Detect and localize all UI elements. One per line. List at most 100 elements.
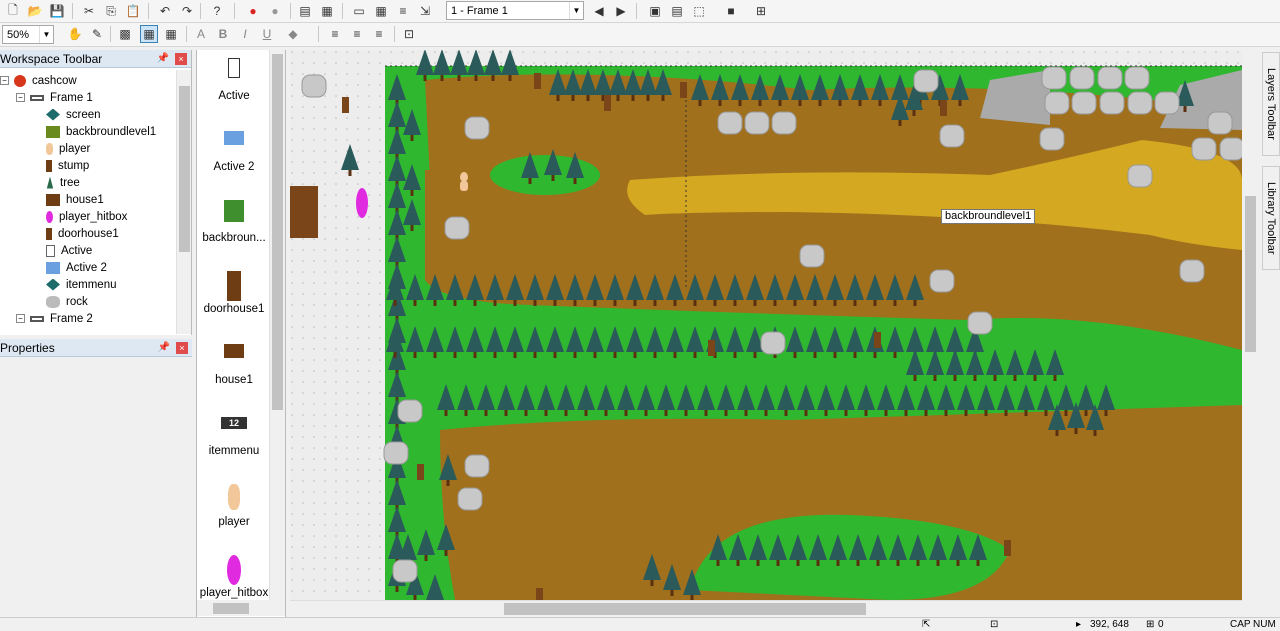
save-icon[interactable]: 💾 [48,2,66,20]
fill-color-icon[interactable]: ◆ [284,25,302,43]
underline-button[interactable]: U [258,25,276,43]
align-right-icon[interactable]: ≡ [370,25,388,43]
tree-trunk [616,95,620,101]
tree-item[interactable]: doorhouse1 [46,225,119,242]
tree-item[interactable]: stump [46,157,89,174]
zoom-select[interactable]: 50% ▼ [2,25,54,44]
hand-icon[interactable]: ✋ [66,25,84,43]
tree-trunk [433,300,437,306]
undo-icon[interactable]: ↶ [156,2,174,20]
tree-item[interactable]: Frame 1 [30,89,93,106]
redo-icon[interactable]: ↷ [178,2,196,20]
stump [708,340,715,356]
library-hscroll[interactable] [197,600,285,616]
tree-trunk [410,135,414,141]
build-icon[interactable]: ⊞ [752,2,770,20]
tree-item[interactable]: Frame 2 [30,310,93,327]
app-icon [14,74,26,87]
rock [1124,66,1150,90]
italic-button[interactable]: I [236,25,254,43]
collapse-icon[interactable]: − [16,314,25,323]
object-tooltip: backbroundlevel1 [941,209,1036,224]
tree-trunk [473,352,477,358]
grid-setup-icon[interactable]: ▦ [162,25,180,43]
library-item[interactable]: Active 2 [197,125,271,195]
comment-icon[interactable]: ▣ [646,2,664,20]
library-item[interactable]: Active [197,54,271,124]
storyboard-icon[interactable]: ▤ [296,2,314,20]
align-center-icon[interactable]: ≡ [348,25,366,43]
rock [1207,111,1233,135]
tree-item[interactable]: rock [46,293,88,310]
close-icon[interactable]: × [176,342,188,354]
tree-trunk [1013,375,1017,381]
tree-trunk [1033,375,1037,381]
stop-icon[interactable]: ■ [722,2,740,20]
export-icon[interactable]: ⬚ [690,2,708,20]
library-item[interactable]: player [197,480,271,550]
stop-run-icon[interactable]: ● [244,2,262,20]
grid-icon[interactable]: ▦ [318,2,336,20]
library-item[interactable]: house1 [197,338,271,408]
tree-item[interactable]: house1 [46,191,104,208]
open-folder-icon[interactable]: 📂 [26,2,44,20]
level-canvas[interactable] [290,50,1242,600]
library-toolbar-tab[interactable]: Library Toolbar [1262,166,1280,270]
tree-trunk [464,410,468,416]
close-icon[interactable]: × [175,53,187,65]
frame-editor-canvas[interactable]: backbroundlevel1 [290,50,1242,600]
prev-frame-icon[interactable]: ◀ [590,2,608,20]
library-scrollbar[interactable] [269,50,285,600]
tree-trunk [586,95,590,101]
tree-item[interactable]: itemmenu [46,276,117,293]
collapse-icon[interactable]: − [0,76,9,85]
fit-selection-icon[interactable]: ⊡ [400,25,418,43]
canvas-vscroll[interactable] [1242,50,1259,600]
pin-icon[interactable]: 📌 [157,53,169,64]
new-file-icon[interactable]: 🗋 [4,2,22,20]
insert-icon[interactable]: ▤ [668,2,686,20]
copy-icon[interactable]: ⎘ [102,2,120,20]
layers-toolbar-tab[interactable]: Layers Toolbar [1262,52,1280,156]
cut-icon[interactable]: ✂ [80,2,98,20]
tree-item-label: doorhouse1 [58,227,119,240]
library-item[interactable]: backbroun... [197,196,271,266]
tree-item[interactable]: cashcow [14,72,77,89]
pin-icon[interactable]: 📌 [158,342,170,353]
frame-select[interactable]: 1 - Frame 1 ▼ [446,1,584,20]
tree-item[interactable]: backbroundlevel1 [46,123,156,140]
workspace-scrollbar[interactable] [176,70,191,334]
library-item[interactable]: doorhouse1 [197,267,271,337]
next-frame-icon[interactable]: ▶ [612,2,630,20]
help-icon[interactable]: ? [208,2,226,20]
tree-trunk [573,352,577,358]
canvas-hscroll[interactable] [290,600,1242,616]
align-left-icon[interactable]: ≡ [326,25,344,43]
tree-item[interactable]: Active [46,242,92,259]
tree-trunk [724,410,728,416]
collapse-icon[interactable]: − [16,93,25,102]
event-list-icon[interactable]: ≡ [394,2,412,20]
wand-icon[interactable]: ✎ [88,25,106,43]
tree-item[interactable]: Active 2 [46,259,107,276]
tree-item[interactable]: screen [46,106,101,123]
tree-trunk [893,300,897,306]
main-toolbar: 🗋 📂 💾 ✂ ⎘ 📋 ↶ ↷ ? ● ● ▤ ▦ ▭ ▦ ≡ ⇲ 1 - Fr… [0,0,1280,23]
tree-item[interactable]: player [46,140,90,157]
frame-editor-icon[interactable]: ▭ [350,2,368,20]
font-icon[interactable]: A [192,25,210,43]
tree-item[interactable]: player_hitbox [46,208,127,225]
paste-icon[interactable]: 📋 [124,2,142,20]
show-grid-icon[interactable]: ▩ [116,25,134,43]
bold-button[interactable]: B [214,25,232,43]
data-elements-icon[interactable]: ⇲ [416,2,434,20]
tree-trunk [395,586,399,592]
tree-trunk [410,225,414,231]
library-item[interactable]: 12 itemmenu [197,409,271,479]
rock [457,487,483,511]
event-editor-icon[interactable]: ▦ [372,2,390,20]
snap-grid-icon[interactable]: ▦ [140,25,158,43]
tree-trunk [898,120,902,126]
tree-item[interactable]: tree [46,174,80,191]
forward-icon[interactable]: ● [266,2,284,20]
